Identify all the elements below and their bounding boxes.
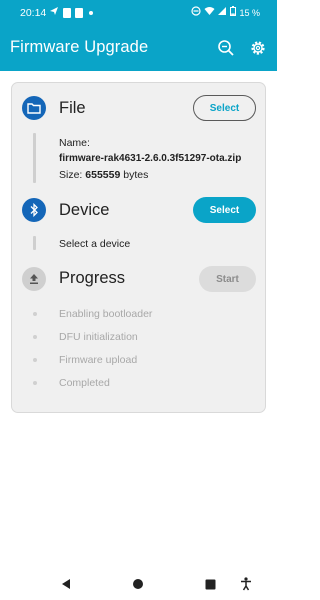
search-zoom-icon[interactable] [216, 38, 236, 58]
select-file-button[interactable]: Select [193, 95, 256, 121]
progress-item-enabling-bootloader: Enabling bootloader [59, 308, 153, 320]
signal-icon [218, 6, 227, 19]
page-title: Firmware Upgrade [10, 38, 149, 56]
dnd-icon [191, 6, 202, 19]
start-button[interactable]: Start [199, 266, 256, 292]
start-button-label: Start [216, 273, 239, 285]
file-size: Size: 655559 bytes [59, 169, 148, 181]
status-bar: 20:14 15 % [0, 0, 277, 26]
accessibility-icon[interactable] [238, 576, 254, 592]
message-icon [75, 7, 83, 18]
send-icon [49, 6, 59, 19]
progress-item-dot [33, 312, 37, 316]
progress-item-dot [33, 358, 37, 362]
lock-icon [63, 7, 71, 18]
file-step-title: File [59, 99, 86, 117]
upload-icon [22, 267, 46, 291]
file-name-value: firmware-rak4631-2.6.0.3f51297-ota.zip [59, 153, 242, 164]
progress-item-dfu-initialization: DFU initialization [59, 331, 138, 343]
status-right-icons: 15 % [191, 6, 260, 19]
recents-icon[interactable] [202, 576, 218, 592]
progress-item-dot [33, 381, 37, 385]
select-device-button[interactable]: Select [193, 197, 256, 223]
battery-text: 15 % [239, 7, 260, 18]
device-step-title: Device [59, 201, 110, 219]
progress-item-completed: Completed [59, 377, 110, 389]
device-status: Select a device [59, 238, 131, 250]
progress-item-dot [33, 335, 37, 339]
progress-item-firmware-upload: Firmware upload [59, 354, 138, 366]
device-step-connector [33, 236, 36, 250]
select-device-button-label: Select [209, 204, 240, 216]
file-size-unit: bytes [123, 169, 149, 181]
dot-icon [89, 10, 93, 15]
battery-icon [230, 6, 237, 19]
file-size-label: Size: [59, 169, 83, 181]
app-bar: Firmware Upgrade [0, 26, 277, 71]
settings-icon[interactable] [248, 38, 268, 58]
back-icon[interactable] [58, 576, 74, 592]
select-file-button-label: Select [209, 102, 240, 114]
file-step-connector [33, 133, 36, 183]
system-nav-bar [0, 566, 277, 600]
file-size-value: 655559 [85, 169, 121, 181]
bluetooth-icon [22, 198, 46, 222]
status-left-icons [49, 6, 93, 19]
file-name-label: Name: [59, 137, 90, 149]
progress-step-title: Progress [59, 269, 126, 287]
firmware-upgrade-card: File Select Name: firmware-rak4631-2.6.0… [11, 82, 266, 413]
folder-icon [22, 96, 46, 120]
status-time: 20:14 [20, 7, 47, 19]
home-icon[interactable] [130, 576, 146, 592]
wifi-icon [204, 6, 215, 19]
